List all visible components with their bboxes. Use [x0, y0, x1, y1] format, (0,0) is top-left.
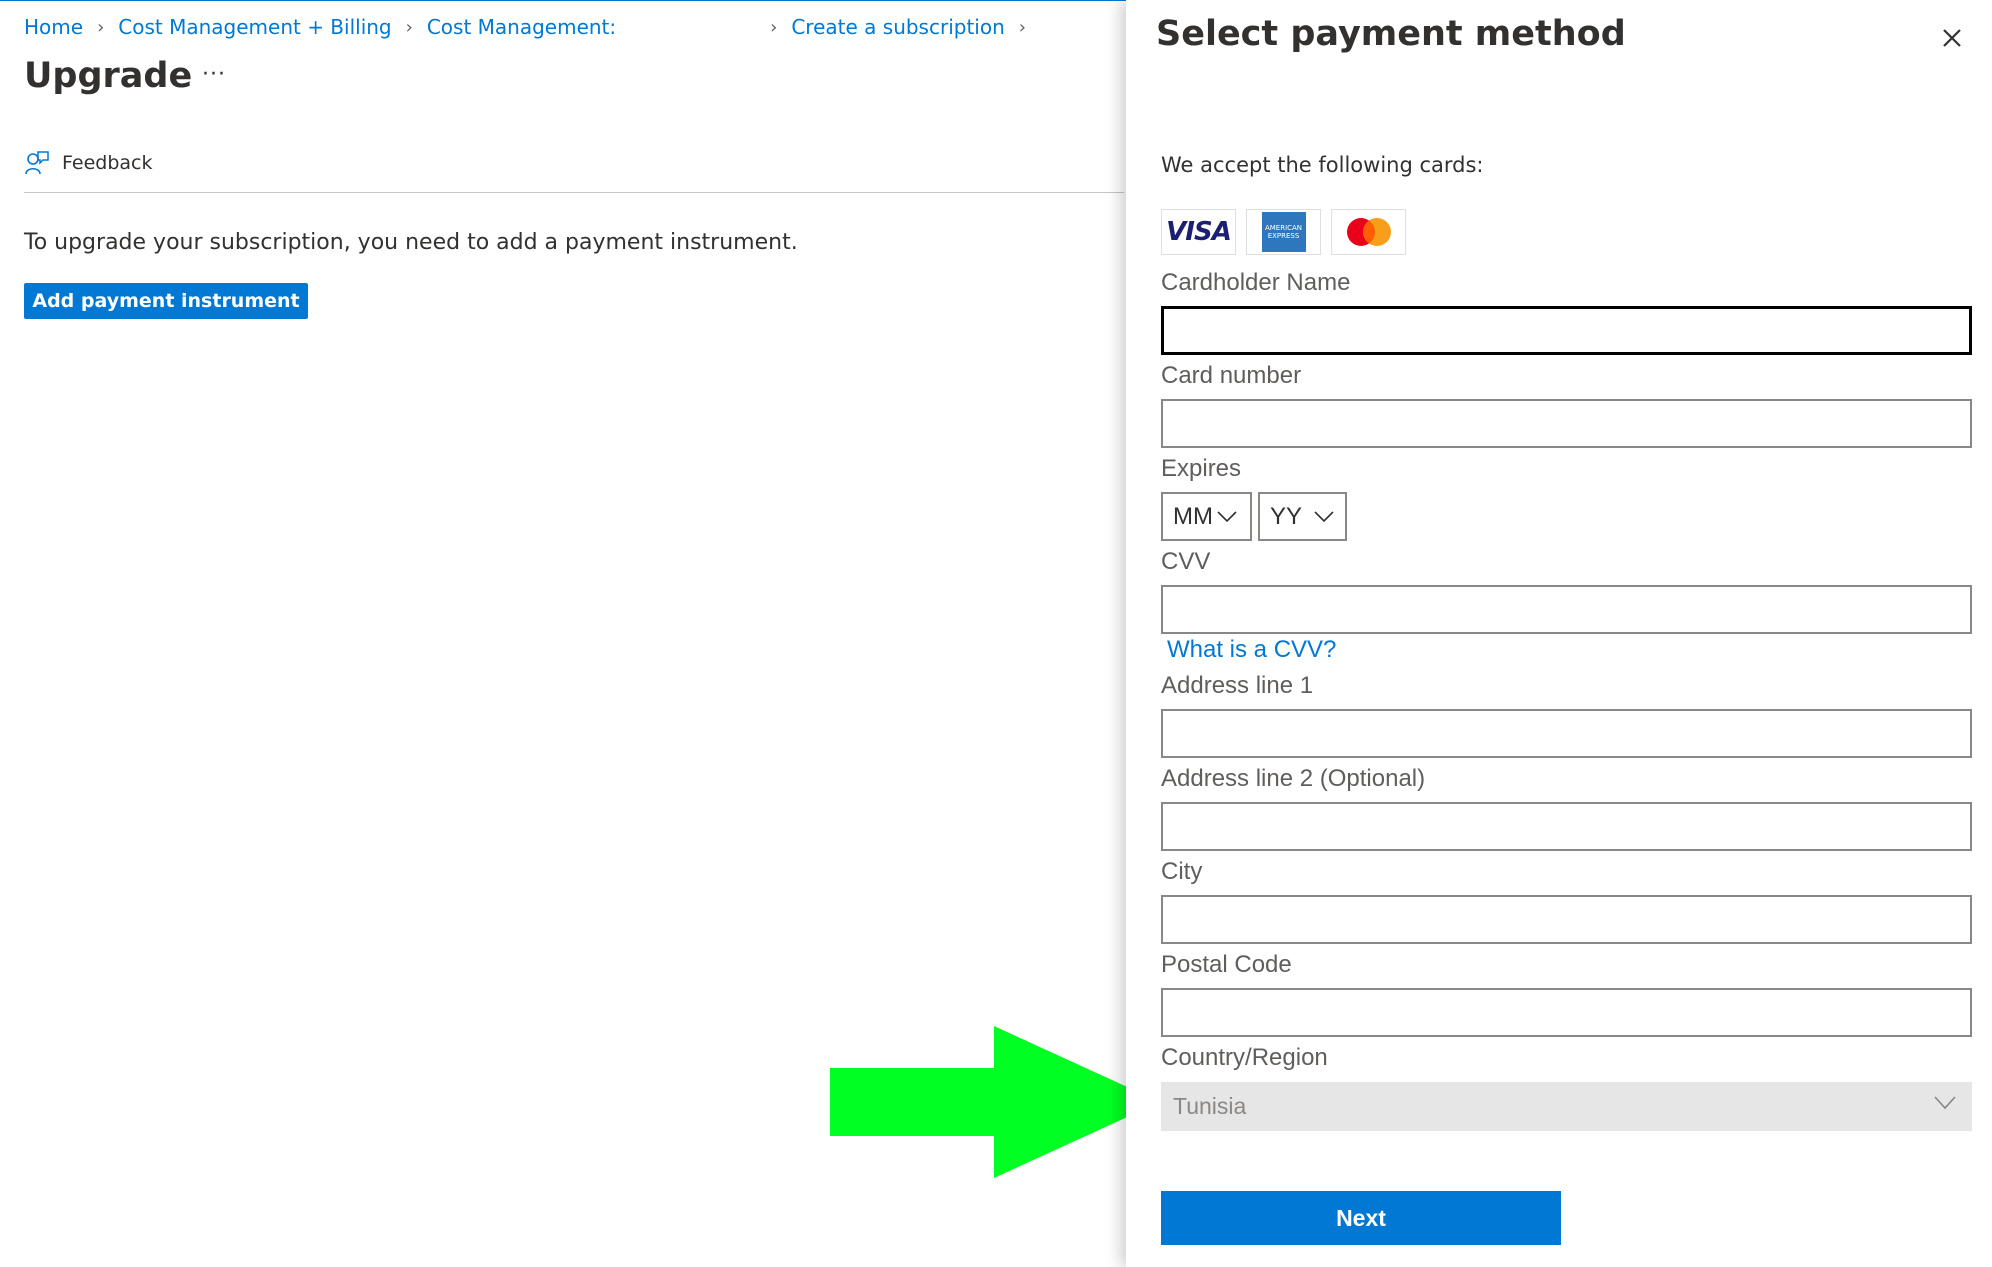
cardholder-name-label: Cardholder Name: [1161, 269, 1351, 296]
address-line-1-input[interactable]: [1161, 709, 1972, 758]
what-is-cvv-link[interactable]: What is a CVV?: [1167, 636, 1336, 664]
feedback-button[interactable]: Feedback: [24, 150, 152, 176]
expires-year-select[interactable]: YY: [1258, 492, 1347, 541]
card-number-input[interactable]: [1161, 399, 1972, 448]
breadcrumb-create-subscription[interactable]: Create a subscription: [791, 15, 1004, 39]
breadcrumb: Home › Cost Management + Billing › Cost …: [24, 15, 1040, 39]
chevron-right-icon: ›: [770, 16, 778, 38]
cvv-input[interactable]: [1161, 585, 1972, 634]
chevron-down-icon: [1314, 510, 1334, 522]
chevron-right-icon: ›: [97, 16, 105, 38]
cvv-label: CVV: [1161, 548, 1211, 575]
expires-label: Expires: [1161, 455, 1242, 482]
address-line-2-input[interactable]: [1161, 802, 1972, 851]
country-region-select[interactable]: Tunisia: [1161, 1082, 1972, 1131]
amex-logo: AMERICAN EXPRESS: [1246, 209, 1321, 255]
cardholder-name-input[interactable]: [1161, 306, 1972, 355]
next-button[interactable]: Next: [1161, 1191, 1561, 1245]
country-region-value: Tunisia: [1173, 1093, 1247, 1119]
visa-logo: VISA: [1161, 209, 1236, 255]
accepted-cards: VISA AMERICAN EXPRESS: [1161, 209, 1406, 255]
city-input[interactable]: [1161, 895, 1972, 944]
breadcrumb-cost-management[interactable]: Cost Management:: [427, 15, 616, 39]
city-label: City: [1161, 858, 1203, 885]
chevron-right-icon: ›: [405, 16, 413, 38]
chevron-down-icon: [1217, 510, 1237, 522]
breadcrumb-billing[interactable]: Cost Management + Billing: [118, 15, 391, 39]
upgrade-message: To upgrade your subscription, you need t…: [24, 230, 798, 255]
page-title: Upgrade: [24, 56, 193, 96]
mastercard-logo: [1331, 209, 1406, 255]
postal-code-input[interactable]: [1161, 988, 1972, 1037]
address-line-2-label: Address line 2 (Optional): [1161, 765, 1426, 792]
postal-code-label: Postal Code: [1161, 951, 1292, 978]
more-options-button[interactable]: ···: [202, 62, 226, 87]
country-region-label: Country/Region: [1161, 1044, 1328, 1071]
command-bar-divider: [24, 192, 1124, 193]
accepted-cards-text: We accept the following cards:: [1161, 153, 1484, 177]
payment-method-panel: Select payment method We accept the foll…: [1126, 0, 1992, 1267]
card-number-label: Card number: [1161, 362, 1302, 389]
chevron-down-icon: [1934, 1096, 1956, 1110]
breadcrumb-home[interactable]: Home: [24, 15, 83, 39]
green-arrow-annotation: [830, 1026, 1160, 1178]
address-line-1-label: Address line 1: [1161, 672, 1314, 699]
expires-month-select[interactable]: MM: [1161, 492, 1252, 541]
feedback-icon: [25, 151, 49, 175]
feedback-label: Feedback: [62, 152, 153, 174]
close-icon[interactable]: [1938, 24, 1966, 52]
chevron-right-icon: ›: [1018, 16, 1026, 38]
add-payment-instrument-button[interactable]: Add payment instrument: [24, 283, 308, 319]
panel-title: Select payment method: [1156, 14, 1626, 54]
